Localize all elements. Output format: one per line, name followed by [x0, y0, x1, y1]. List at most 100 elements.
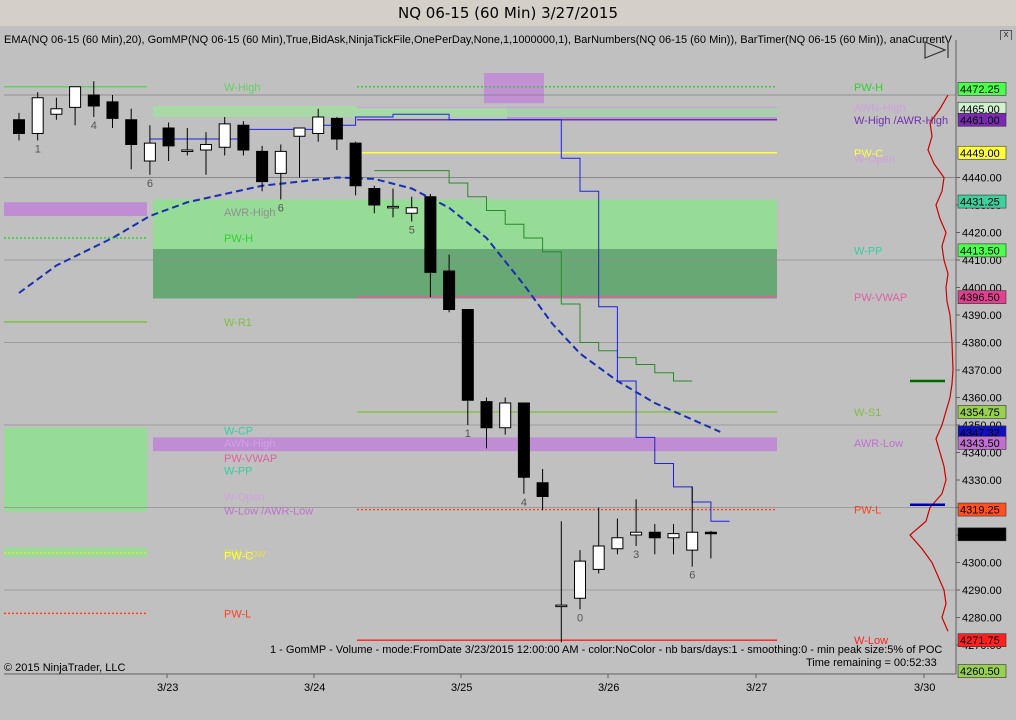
- level-label-left: PW-C: [224, 551, 253, 563]
- level-label-left: W-Low /AWR-Low: [224, 505, 313, 517]
- candle-body[interactable]: [106, 101, 119, 119]
- bar-number: 6: [147, 178, 153, 190]
- level-label-right: W-Open: [854, 153, 895, 165]
- candle-body[interactable]: [218, 123, 231, 148]
- candle-body[interactable]: [330, 117, 343, 140]
- candle-body[interactable]: [424, 196, 437, 273]
- candle-body[interactable]: [162, 127, 175, 147]
- level-label-left: W-PP: [224, 465, 253, 477]
- candle-body[interactable]: [592, 545, 605, 570]
- level-label-left: W-High: [224, 82, 260, 94]
- candle-body[interactable]: [349, 142, 362, 187]
- level-label-left: W-CP: [224, 426, 253, 438]
- x-tick-label: 3/23: [157, 682, 178, 694]
- bar-number: 1: [465, 428, 471, 440]
- candle-body[interactable]: [648, 531, 661, 539]
- y-tick-label: 4330.00: [962, 475, 1002, 487]
- level-label-left: W-Open: [224, 492, 265, 504]
- x-tick-label: 3/25: [451, 682, 472, 694]
- price-tag-label: 4310.25: [960, 529, 1000, 541]
- y-tick-label: 4370.00: [962, 365, 1002, 377]
- y-tick-label: 4290.00: [962, 585, 1002, 597]
- chart-window: NQ 06-15 (60 Min) 3/27/2015 x W-High AWR-…: [0, 0, 1016, 720]
- price-tag-label: 4319.25: [960, 505, 1000, 517]
- candle-body[interactable]: [480, 401, 493, 429]
- gom-info: 1 - GomMP - Volume - mode:FromDate 3/23/…: [270, 644, 942, 656]
- candle-body[interactable]: [536, 482, 549, 497]
- price-axis: [956, 40, 1016, 674]
- y-tick-label: 4360.00: [962, 393, 1002, 405]
- x-tick-label: 3/24: [304, 682, 325, 694]
- y-tick-label: 4380.00: [962, 338, 1002, 350]
- candle-body[interactable]: [499, 402, 512, 429]
- level-label-right: PW-L: [854, 505, 881, 517]
- price-tag-label: 4449.00: [960, 148, 1000, 160]
- candle-body[interactable]: [630, 531, 643, 536]
- bar-number: 5: [409, 225, 415, 237]
- candle-body[interactable]: [704, 531, 717, 535]
- candle-body[interactable]: [13, 119, 25, 134]
- green-zone-left: [4, 427, 147, 512]
- candle-body[interactable]: [31, 97, 44, 134]
- candle-body[interactable]: [667, 533, 680, 539]
- purple-zone-left: [4, 202, 147, 216]
- level-label-left: W-R1: [224, 317, 252, 329]
- candle-body[interactable]: [50, 108, 63, 115]
- price-tag-label: 4260.50: [960, 666, 1000, 678]
- candle-body[interactable]: [125, 119, 138, 145]
- candle-body[interactable]: [274, 150, 287, 174]
- price-tag-label: 4354.75: [960, 407, 1000, 419]
- x-tick-label: 3/27: [746, 682, 767, 694]
- price-tag-label: 4461.00: [960, 115, 1000, 127]
- purple-zone-top: [484, 73, 544, 104]
- candle-body[interactable]: [143, 142, 156, 162]
- y-tick-label: 4300.00: [962, 558, 1002, 570]
- candle-body[interactable]: [443, 270, 456, 310]
- candle-body[interactable]: [312, 116, 325, 134]
- price-tag-label: 4396.50: [960, 292, 1000, 304]
- level-label-right: W-S1: [854, 407, 881, 419]
- candle-body[interactable]: [517, 402, 530, 478]
- price-tag-label: 4472.25: [960, 84, 1000, 96]
- level-label-left: AWN-High: [224, 438, 276, 450]
- level-label-right: AWN-High: [854, 102, 906, 114]
- x-tick-label: 3/30: [914, 682, 935, 694]
- time-remaining: Time remaining = 00:52:33: [806, 657, 937, 669]
- indicator-list: EMA(NQ 06-15 (60 Min),20), GomMP(NQ 06-1…: [4, 34, 953, 46]
- price-tag-label: 4343.50: [960, 438, 1000, 450]
- candle-body[interactable]: [611, 537, 624, 550]
- price-tag-label: 4413.50: [960, 245, 1000, 257]
- y-tick-label: 4390.00: [962, 310, 1002, 322]
- candle-body[interactable]: [686, 531, 699, 551]
- candle-body[interactable]: [293, 127, 306, 137]
- candlestick-chart[interactable]: W-HighAWR-HighPW-HW-R1W-CPAWN-HighPW-VWA…: [0, 0, 1016, 720]
- candle-body[interactable]: [237, 124, 250, 151]
- candle-body[interactable]: [574, 560, 586, 599]
- level-label-left: PW-VWAP: [224, 453, 277, 465]
- level-label-left: PW-H: [224, 233, 253, 245]
- price-tag-label: 4271.75: [960, 635, 1000, 647]
- bar-number: 6: [689, 570, 695, 582]
- candle-body[interactable]: [387, 205, 399, 209]
- candle-body[interactable]: [69, 86, 82, 108]
- level-label-left: AWR-High: [224, 207, 276, 219]
- candle-body[interactable]: [87, 94, 100, 107]
- candle-body[interactable]: [405, 207, 418, 214]
- x-tick-label: 3/26: [598, 682, 619, 694]
- bar-number: 0: [577, 612, 583, 624]
- candle-body[interactable]: [461, 309, 474, 401]
- copyright: © 2015 NinjaTrader, LLC: [4, 662, 125, 674]
- bar-number: 1: [35, 143, 41, 155]
- candle-body[interactable]: [200, 144, 212, 151]
- candle-body[interactable]: [181, 149, 194, 152]
- level-label-right: W-PP: [854, 245, 883, 257]
- plot-area[interactable]: [4, 40, 956, 674]
- candle-body[interactable]: [256, 150, 269, 183]
- level-label-left: PW-L: [224, 608, 251, 620]
- y-tick-label: 4420.00: [962, 228, 1002, 240]
- candle-body[interactable]: [555, 604, 568, 608]
- level-label-right: AWR-Low: [854, 438, 903, 450]
- candle-body[interactable]: [368, 188, 381, 206]
- dark-green-zone: [153, 249, 777, 299]
- level-label-right: PW-VWAP: [854, 292, 907, 304]
